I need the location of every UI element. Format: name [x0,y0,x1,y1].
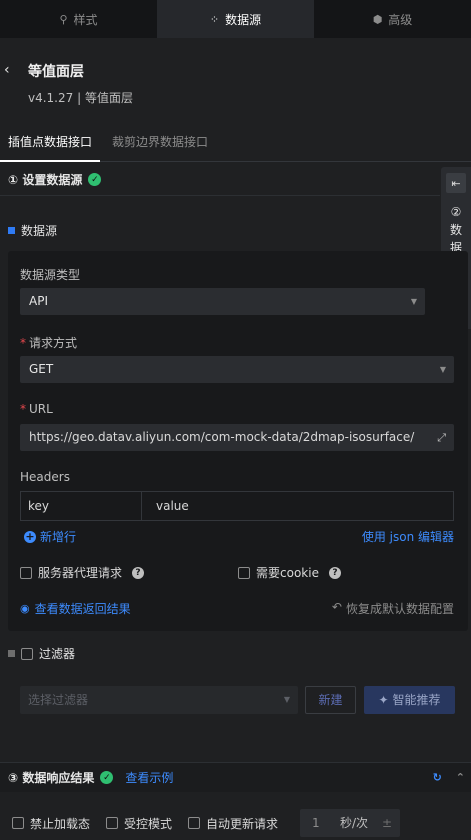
tab-advanced[interactable]: ⬢ 高级 [314,0,471,38]
tab-style-label: 样式 [73,12,98,27]
tab-interpolation-interface[interactable]: 插值点数据接口 [0,122,101,162]
restore-default-button[interactable]: ↶ 恢复成默认数据配置 [332,600,454,617]
tab-datasource-label: 数据源 [225,12,262,27]
check-success-icon: ✓ [88,173,102,186]
collapse-panel-icon[interactable]: ⇤ [446,173,466,193]
style-icon: ⚲ [59,12,68,26]
sparkle-icon: ✦ [378,693,389,707]
section-set-datasource-label: ① 设置数据源 [8,173,83,187]
view-result-label: 查看数据返回结果 [34,602,131,616]
controlled-mode-option[interactable]: 受控模式 [106,815,172,832]
cookie-checkbox[interactable] [238,566,250,579]
collapse-up-icon[interactable]: ⌃ [456,771,465,784]
url-value: https://geo.datav.aliyun.com/com-mock-da… [29,430,415,444]
request-method-value: GET [29,362,54,376]
response-options: 禁止加载态 受控模式 自动更新请求 [0,806,471,840]
chevron-down-icon: ▼ [283,695,290,704]
add-row-label: 新增行 [40,530,77,544]
section-response-actions: ↻ ⌃ [433,771,465,784]
url-input[interactable]: https://geo.datav.aliyun.com/com-mock-da… [20,424,454,451]
advanced-icon: ⬢ [372,12,383,26]
filter-marker-icon [8,650,15,657]
view-result-link[interactable]: ◉ 查看数据返回结果 [20,600,131,617]
datasource-marker-icon [8,227,15,234]
help-icon[interactable]: ? [328,566,341,579]
page-title: 等值面层 [28,64,84,80]
disable-loading-checkbox[interactable] [12,817,24,829]
url-label-text: URL [29,402,53,416]
tab-advanced-label: 高级 [388,12,413,27]
section-response-result[interactable]: ③ 数据响应结果 ✓ 查看示例 ↻ ⌃ [0,762,471,792]
datasource-config-card: 数据源类型 API ▼ * 请求方式 GET ▼ * URL https://geo… [8,251,468,631]
datasource-type-label: 数据源类型 [20,268,81,282]
auto-update-checkbox[interactable] [188,817,201,829]
filter-select[interactable]: 选择过滤器 ▼ [20,686,298,714]
undo-icon: ↶ [331,600,342,614]
filter-heading: 过滤器 [8,645,75,662]
cookie-label: 需要cookie [256,566,319,580]
datasource-type-value: API [29,294,48,308]
cookie-option[interactable]: 需要cookie ? [238,564,341,581]
request-method-select[interactable]: GET ▼ [20,356,454,383]
request-method-label: * 请求方式 [20,334,77,351]
headers-key-cell[interactable]: key [21,492,142,520]
back-chevron-icon[interactable]: ‹ [4,62,10,78]
datasource-type-select[interactable]: API ▼ [20,288,425,315]
datasource-heading-label: 数据源 [21,224,58,238]
smart-recommend-button[interactable]: ✦ 智能推荐 [364,686,455,714]
update-interval-unit: 秒/次 [340,816,369,830]
update-interval-value: 1 [312,816,320,830]
chevron-down-icon: ▼ [410,297,417,306]
headers-table: key value [20,491,454,521]
check-success-icon: ✓ [100,771,114,784]
plus-circle-icon: + [24,530,36,543]
json-editor-link[interactable]: 使用 json 编辑器 [362,528,454,545]
datasource-heading: 数据源 [8,222,57,239]
headers-value-cell[interactable]: value [142,492,453,520]
auto-update-label: 自动更新请求 [206,816,279,831]
update-interval-input[interactable]: 1 秒/次 ± [300,809,400,837]
required-asterisk: * [20,402,26,416]
filter-select-placeholder: 选择过滤器 [28,693,89,707]
filter-checkbox[interactable] [21,647,33,660]
filter-label: 过滤器 [39,647,76,661]
eye-icon: ◉ [20,602,30,615]
disable-loading-label: 禁止加载态 [30,816,91,831]
restore-default-label: 恢复成默认数据配置 [345,602,454,616]
proxy-request-checkbox[interactable] [20,566,32,579]
datasource-icon: ⁘ [209,12,220,26]
component-version: v4.1.27 | 等值面层 [28,91,133,105]
auto-update-option[interactable]: 自动更新请求 [188,815,278,832]
stepper-icon[interactable]: ± [382,809,392,837]
proxy-request-label: 服务器代理请求 [38,566,123,580]
section-response-label: ③ 数据响应结果 [8,771,95,785]
url-label: * URL [20,402,53,416]
component-header: ‹ 等值面层 v4.1.27 | 等值面层 [0,38,471,118]
controlled-mode-checkbox[interactable] [106,817,119,829]
interface-tabs: 插值点数据接口 裁剪边界数据接口 [0,122,471,162]
required-asterisk: * [20,336,26,350]
refresh-icon[interactable]: ↻ [433,771,442,784]
smart-recommend-label: 智能推荐 [392,693,441,707]
chevron-down-icon: ▼ [439,365,446,374]
section-set-datasource[interactable]: ① 设置数据源 ✓ [0,164,440,196]
new-filter-button[interactable]: 新建 [305,686,356,714]
expand-icon[interactable]: ⤢ [437,424,446,451]
disable-loading-option[interactable]: 禁止加载态 [12,815,90,832]
request-method-label-text: 请求方式 [29,336,78,350]
tab-clip-boundary-interface[interactable]: 裁剪边界数据接口 [104,122,216,162]
view-example-link[interactable]: 查看示例 [125,769,173,786]
help-icon[interactable]: ? [132,566,145,579]
tab-style[interactable]: ⚲ 样式 [0,0,157,38]
proxy-request-option[interactable]: 服务器代理请求 ? [20,564,145,581]
tab-datasource[interactable]: ⁘ 数据源 [157,0,314,38]
headers-label: Headers [20,470,70,484]
controlled-mode-label: 受控模式 [124,816,173,831]
top-tabs: ⚲ 样式 ⁘ 数据源 ⬢ 高级 [0,0,471,38]
add-row-button[interactable]: + 新增行 [24,528,76,545]
